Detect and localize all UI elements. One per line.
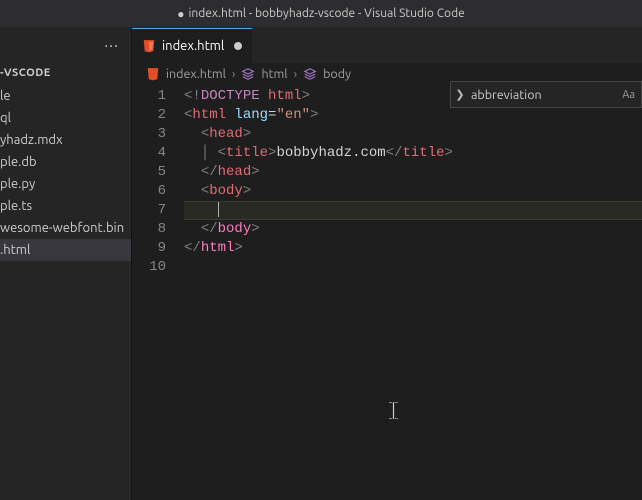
line-number: 7 [132,201,166,220]
html5-icon [146,67,160,81]
breadcrumb-label[interactable]: body [323,67,351,81]
code-line[interactable]: <body> [184,182,642,201]
explorer-sidebar: ··· -VSCODE leqlyhadz.mdxple.dbple.pyple… [0,28,131,500]
code-line[interactable]: │ <title>bobbyhadz.com</title> [184,144,642,163]
tab-label: index.html [162,39,224,53]
breadcrumb-label[interactable]: index.html [166,67,226,81]
code-line[interactable]: </body> [184,220,642,239]
tab-modified-icon [234,42,242,50]
line-number: 10 [132,258,166,277]
html5-icon [142,39,156,53]
sidebar-file-item[interactable]: .html [0,239,131,261]
tab-bar: index.html [132,28,642,63]
code-line[interactable]: </html> [184,239,642,258]
chevron-right-icon: › [232,67,236,81]
structure-icon [303,67,317,81]
code-line[interactable]: </head> [184,163,642,182]
sidebar-file-item[interactable]: ple.py [0,173,131,195]
code-line[interactable]: <head> [184,125,642,144]
structure-icon [241,67,255,81]
line-number: 2 [132,106,166,125]
breadcrumb-label[interactable]: html [261,67,287,81]
suggest-label: abbreviation [469,88,622,102]
window-title: index.html - bobbyhadz-vscode - Visual S… [189,7,465,20]
sidebar-file-item[interactable]: ple.db [0,151,131,173]
code-editor[interactable]: 12345678910 <!DOCTYPE html><html lang="e… [132,85,642,500]
sidebar-file-item[interactable]: ple.ts [0,195,131,217]
chevron-right-icon[interactable]: ❯ [451,88,469,101]
sidebar-overflow-icon[interactable]: ··· [104,37,119,55]
tab-index-html[interactable]: index.html [132,28,252,63]
suggest-meta: Aa [622,89,641,101]
code-line[interactable] [184,201,642,220]
sidebar-file-item[interactable]: ql [0,107,131,129]
chevron-right-icon: › [294,67,298,81]
line-number: 3 [132,125,166,144]
line-number: 6 [132,182,166,201]
code-line[interactable]: <html lang="en"> [184,106,642,125]
line-number: 5 [132,163,166,182]
modified-dot-icon: ● [177,7,184,21]
code-line[interactable] [184,258,642,277]
sidebar-file-item[interactable]: le [0,85,131,107]
line-number: 1 [132,87,166,106]
line-number: 4 [132,144,166,163]
line-number: 9 [132,239,166,258]
caret-icon [218,202,219,217]
sidebar-file-item[interactable]: wesome-webfont.bin [0,217,131,239]
text-cursor-icon [389,402,398,419]
line-gutter: 12345678910 [132,85,184,500]
sidebar-section-title[interactable]: -VSCODE [0,63,131,85]
window-titlebar: ● index.html - bobbyhadz-vscode - Visual… [0,0,642,28]
line-number: 8 [132,220,166,239]
sidebar-file-item[interactable]: yhadz.mdx [0,129,131,151]
suggest-widget[interactable]: ❯ abbreviation Aa [450,81,642,108]
